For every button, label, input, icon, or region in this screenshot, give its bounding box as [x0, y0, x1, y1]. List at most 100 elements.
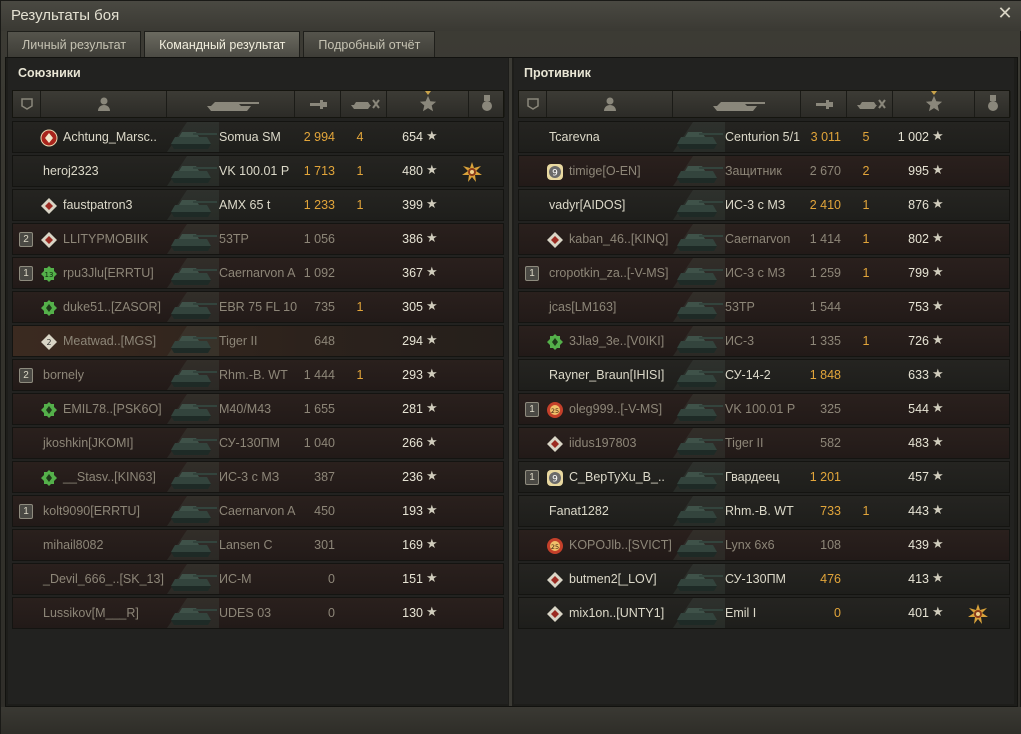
player-row[interactable]: mix1on..[UNTY1] Emil I 0 401 ★: [518, 597, 1010, 629]
tab-personal-result[interactable]: Личный результат: [7, 31, 142, 57]
player-row[interactable]: jcas[LM163] 53TP 1 544 753 ★: [518, 291, 1010, 323]
rank-badge-icon: 25: [546, 537, 564, 555]
vehicle-name: Caernarvon A: [219, 266, 296, 280]
tank-icon: [165, 496, 219, 526]
player-row[interactable]: Lussikov[M___R] UDES 03 0 130 ★: [12, 597, 504, 629]
tank-icon: [671, 462, 725, 492]
xp-value: 151: [402, 572, 423, 586]
star-icon: ★: [932, 469, 944, 484]
column-kills-icon[interactable]: [341, 91, 387, 117]
rank-badge-icon: [546, 435, 564, 453]
player-row[interactable]: 25 KOPOJlb..[SVICT] Lynx 6x6 108 439 ★: [518, 529, 1010, 561]
close-icon[interactable]: ✕: [996, 5, 1014, 23]
player-row[interactable]: heroj2323 VK 100.01 P 1 713 1 480 ★: [12, 155, 504, 187]
player-row[interactable]: iidus197803 Tiger II 582 483 ★: [518, 427, 1010, 459]
allies-panel: Союзники Achtung_Marsc.. Somua SM 2 994 4 65…: [8, 58, 508, 704]
allies-title: Союзники: [18, 66, 81, 80]
sort-indicator-icon: [930, 91, 937, 95]
kills-value: 1: [356, 368, 364, 382]
star-icon: ★: [426, 571, 438, 586]
column-platoon-icon[interactable]: [13, 91, 41, 117]
player-name: Meatwad..[MGS]: [63, 334, 157, 348]
player-row[interactable]: 2 Meatwad..[MGS] Tiger II 648 294 ★: [12, 325, 504, 357]
column-medal-icon[interactable]: [469, 91, 505, 117]
damage-value: 1 335: [809, 334, 841, 348]
player-row[interactable]: vadyr[AIDOS] ИС-3 с МЗ 2 410 1 876 ★: [518, 189, 1010, 221]
column-vehicle-icon[interactable]: [167, 91, 295, 117]
damage-value: 1 713: [303, 164, 335, 178]
svg-text:9: 9: [552, 169, 558, 179]
player-name: Rayner_Braun[IHISI]: [549, 368, 665, 382]
medal-icon[interactable]: [461, 161, 483, 183]
player-row[interactable]: 1 13 rpu3Jlu[ERRTU] Caernarvon A 1 092 367 ★: [12, 257, 504, 289]
platoon-badge: 1: [525, 470, 539, 485]
player-name: Fanat1282: [549, 504, 609, 518]
player-row[interactable]: __Stasv..[KIN63] ИС-3 с МЗ 387 236 ★: [12, 461, 504, 493]
tank-icon: [671, 326, 725, 356]
player-row[interactable]: _Devil_666_..[SK_13] ИС-М 0 151 ★: [12, 563, 504, 595]
player-row[interactable]: butmen2[_LOV] СУ-130ПМ 476 413 ★: [518, 563, 1010, 595]
column-damage-icon[interactable]: [801, 91, 847, 117]
vehicle-name: Centurion 5/1: [725, 130, 801, 144]
tank-icon: [671, 564, 725, 594]
xp-value: 457: [908, 470, 929, 484]
enemies-column-header: [518, 90, 1011, 118]
damage-value: 1 259: [809, 266, 841, 280]
tank-icon: [671, 598, 725, 628]
column-player-icon[interactable]: [41, 91, 167, 117]
player-name: jkoshkin[JKOMI]: [43, 436, 134, 450]
damage-value: 476: [820, 572, 841, 586]
kills-value: 1: [862, 266, 870, 280]
player-row[interactable]: jkoshkin[JKOMI] СУ-130ПМ 1 040 266 ★: [12, 427, 504, 459]
tank-icon: [165, 394, 219, 424]
star-icon: ★: [426, 401, 438, 416]
player-row[interactable]: Tcarevna Centurion 5/1 3 011 5 1 002 ★: [518, 121, 1010, 153]
player-row[interactable]: 3Jla9_3e..[V0IKI] ИС-3 1 335 1 726 ★: [518, 325, 1010, 357]
column-xp-icon[interactable]: [387, 91, 469, 117]
column-platoon-icon[interactable]: [519, 91, 547, 117]
player-row[interactable]: 1 kolt9090[ERRTU] Caernarvon A 450 193 ★: [12, 495, 504, 527]
player-row[interactable]: Achtung_Marsc.. Somua SM 2 994 4 654 ★: [12, 121, 504, 153]
medal-icon[interactable]: [967, 603, 989, 625]
star-icon: ★: [932, 265, 944, 280]
xp-value: 802: [908, 232, 929, 246]
tank-icon: [165, 530, 219, 560]
player-name: LLIТYPMOBIIK: [63, 232, 149, 246]
player-row[interactable]: 1 cropotkin_za..[-V-MS] ИС-3 с МЗ 1 259 1 799…: [518, 257, 1010, 289]
star-icon: ★: [932, 163, 944, 178]
star-icon: ★: [932, 197, 944, 212]
player-row[interactable]: Fanat1282 Rhm.-B. WT 733 1 443 ★: [518, 495, 1010, 527]
player-row[interactable]: 9 timige[O-EN] Защитник 2 670 2 995 ★: [518, 155, 1010, 187]
tank-icon: [671, 394, 725, 424]
player-row[interactable]: mihail8082 Lansen C 301 169 ★: [12, 529, 504, 561]
column-player-icon[interactable]: [547, 91, 673, 117]
platoon-badge: 2: [19, 232, 33, 247]
player-row[interactable]: Rayner_Braun[IHISI] СУ-14-2 1 848 633 ★: [518, 359, 1010, 391]
player-row[interactable]: 1 25 oleg999..[-V-MS] VK 100.01 P 325 544 ★: [518, 393, 1010, 425]
column-vehicle-icon[interactable]: [673, 91, 801, 117]
xp-value: 367: [402, 266, 423, 280]
column-damage-icon[interactable]: [295, 91, 341, 117]
svg-text:9: 9: [552, 475, 558, 485]
svg-text:25: 25: [551, 543, 559, 551]
column-kills-icon[interactable]: [847, 91, 893, 117]
player-row[interactable]: duke51..[ZASOR] EBR 75 FL 10 735 1 305 ★: [12, 291, 504, 323]
kills-value: 1: [862, 232, 870, 246]
rank-badge-icon: 9: [546, 469, 564, 487]
player-row[interactable]: 2 bornely Rhm.-B. WT 1 444 1 293 ★: [12, 359, 504, 391]
player-row[interactable]: kaban_46..[KINQ] Caernarvon 1 414 1 802 ★: [518, 223, 1010, 255]
player-row[interactable]: faustpatron3 AMX 65 t 1 233 1 399 ★: [12, 189, 504, 221]
tab-detailed-report[interactable]: Подробный отчёт: [303, 31, 436, 57]
rank-badge-icon: [546, 605, 564, 623]
player-name: timige[O-EN]: [569, 164, 641, 178]
player-row[interactable]: 1 9 C_BepTyXu_B_.. Гвардеец 1 201 457 ★: [518, 461, 1010, 493]
player-row[interactable]: 2 LLIТYPMOBIIK 53TP 1 056 386 ★: [12, 223, 504, 255]
vehicle-name: СУ-14-2: [725, 368, 771, 382]
column-xp-icon[interactable]: [893, 91, 975, 117]
tank-icon: [165, 156, 219, 186]
xp-value: 443: [908, 504, 929, 518]
player-row[interactable]: EMIL78..[PSK6O] M40/M43 1 655 281 ★: [12, 393, 504, 425]
tab-team-result[interactable]: Командный результат: [144, 31, 301, 57]
column-medal-icon[interactable]: [975, 91, 1011, 117]
rank-badge-icon: [40, 401, 58, 419]
